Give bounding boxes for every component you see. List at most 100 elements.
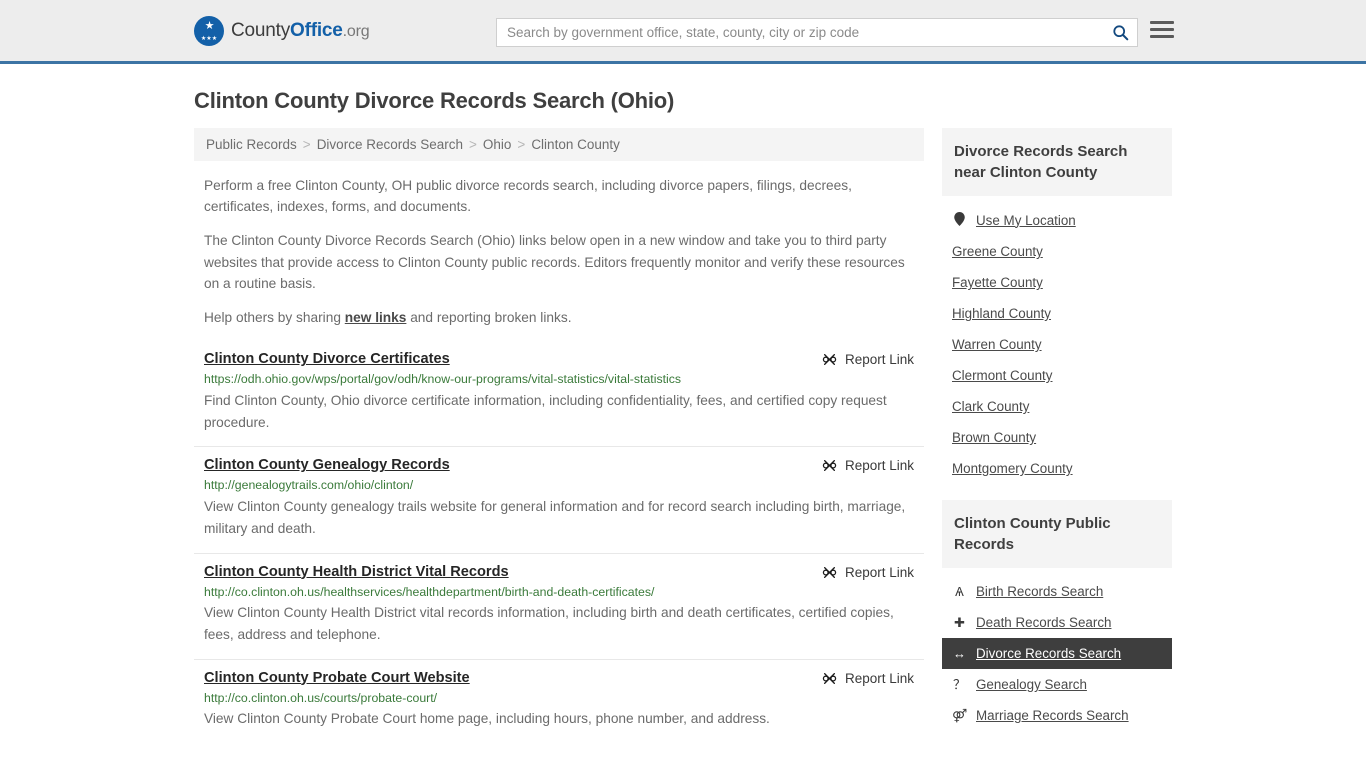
result-description: View Clinton County Probate Court home p… bbox=[204, 710, 770, 726]
left-right-arrow-icon: ↔ bbox=[953, 646, 966, 661]
breadcrumb: Public Records > Divorce Records Search > Oh… bbox=[194, 128, 924, 161]
sidebar-item-label: Brown County bbox=[952, 430, 1037, 445]
sidebar-item-label: Clark County bbox=[952, 399, 1030, 414]
breadcrumb-item[interactable]: Clinton County bbox=[531, 137, 620, 152]
page-title: Clinton County Divorce Records Search (O… bbox=[194, 88, 675, 113]
sidebar-item-label: Genealogy Search bbox=[976, 677, 1087, 692]
result-title-link[interactable]: Clinton County Divorce Certificates bbox=[204, 351, 450, 367]
sidebar-item-birth-records-search[interactable]: Ѧ Birth Records Search bbox=[942, 576, 1172, 607]
sidebar-item-greene-county[interactable]: Greene County bbox=[942, 236, 1172, 267]
search-bar[interactable] bbox=[496, 18, 1138, 47]
page-layout: Public Records > Divorce Records Search > Oh… bbox=[194, 128, 1172, 747]
sidebar-item-warren-county[interactable]: Warren County bbox=[942, 329, 1172, 360]
intro-paragraph-1: Perform a free Clinton County, OH public… bbox=[204, 178, 852, 215]
result-item: Clinton County Genealogy Records Report L… bbox=[194, 446, 924, 552]
intro-paragraph-2: The Clinton County Divorce Records Searc… bbox=[204, 233, 905, 291]
result-title-link[interactable]: Clinton County Genealogy Records bbox=[204, 457, 450, 473]
sidebar-item-label: Use My Location bbox=[976, 212, 1076, 228]
search-button[interactable] bbox=[1103, 19, 1137, 46]
sidebar-item-label: Clermont County bbox=[952, 368, 1053, 383]
eagle-shield-icon: ★ ★★★ bbox=[194, 15, 224, 46]
result-title-link[interactable]: Clinton County Probate Court Website bbox=[204, 670, 470, 686]
site-logo[interactable]: ★ ★★★ CountyOffice.org bbox=[194, 15, 370, 46]
report-link-label: Report Link bbox=[844, 564, 914, 580]
stars-glyph: ★★★ bbox=[200, 35, 218, 42]
sidebar-item-death-records-search[interactable]: ✚ Death Records Search bbox=[942, 607, 1172, 638]
result-header: Clinton County Genealogy Records Report L… bbox=[204, 457, 914, 473]
report-link-button[interactable]: Report Link bbox=[822, 457, 914, 473]
sidebar-item-label: Divorce Records Search bbox=[976, 646, 1122, 661]
sidebar-item-label: Death Records Search bbox=[976, 615, 1112, 630]
sidebar: Divorce Records Search near Clinton Coun… bbox=[942, 128, 1172, 747]
question-mark-icon: ？ bbox=[952, 677, 966, 692]
intro-text: Perform a free Clinton County, OH public… bbox=[194, 175, 924, 328]
report-link-label: Report Link bbox=[844, 352, 914, 368]
cross-icon: ✚ bbox=[954, 615, 965, 630]
result-description: View Clinton County genealogy trails web… bbox=[204, 498, 906, 536]
report-link-label: Report Link bbox=[844, 670, 914, 686]
intro-paragraph-3: Help others by sharing new links and rep… bbox=[194, 307, 924, 328]
sidebar-item-label: Fayette County bbox=[952, 275, 1043, 290]
sidebar-item-label: Marriage Records Search bbox=[976, 708, 1129, 723]
main-content: Public Records > Divorce Records Search > Oh… bbox=[194, 128, 924, 743]
search-icon bbox=[1112, 25, 1128, 41]
intro-p3-after: and reporting broken links. bbox=[406, 310, 572, 326]
breadcrumb-item[interactable]: Ohio bbox=[483, 137, 512, 152]
result-url: https://odh.ohio.gov/wps/portal/gov/odh/… bbox=[204, 372, 682, 387]
breadcrumb-item[interactable]: Public Records bbox=[206, 137, 297, 152]
baby-icon: Ѧ bbox=[955, 584, 964, 599]
site-header: ★ ★★★ CountyOffice.org bbox=[0, 0, 1366, 64]
logo-text-part1: County bbox=[231, 19, 291, 41]
result-url: http://genealogytrails.com/ohio/clinton/ bbox=[204, 478, 414, 493]
new-links-link[interactable]: new links bbox=[345, 310, 407, 325]
sidebar-item-genealogy-search[interactable]: ？ Genealogy Search bbox=[942, 669, 1172, 700]
broken-link-icon bbox=[822, 566, 837, 578]
result-item: Clinton County Probate Court Website Repo… bbox=[194, 658, 924, 743]
sidebar-nearby-list: Use My Location Greene County Fayette Coun… bbox=[942, 196, 1172, 484]
report-link-label: Report Link bbox=[844, 458, 914, 474]
result-header: Clinton County Probate Court Website Repo… bbox=[204, 670, 914, 686]
breadcrumb-separator: > bbox=[469, 137, 477, 152]
broken-link-icon bbox=[822, 672, 837, 684]
sidebar-item-montgomery-county[interactable]: Montgomery County bbox=[942, 453, 1172, 484]
result-title-link[interactable]: Clinton County Health District Vital Rec… bbox=[204, 564, 509, 580]
hamburger-bar bbox=[1150, 35, 1174, 38]
result-item: Clinton County Health District Vital Rec… bbox=[194, 552, 924, 659]
sidebar-item-marriage-records-search[interactable]: ⚤ Marriage Records Search bbox=[942, 700, 1172, 731]
sidebar-nearby-title: Divorce Records Search near Clinton Coun… bbox=[942, 128, 1172, 196]
sidebar-item-clark-county[interactable]: Clark County bbox=[942, 391, 1172, 422]
breadcrumb-item[interactable]: Divorce Records Search bbox=[317, 137, 463, 152]
sidebar-item-clermont-county[interactable]: Clermont County bbox=[942, 360, 1172, 391]
hamburger-bar bbox=[1150, 28, 1174, 31]
eagle-glyph: ★ bbox=[204, 19, 215, 32]
sidebar-item-label: Montgomery County bbox=[952, 461, 1073, 476]
page-body: Clinton County Divorce Records Search (O… bbox=[0, 64, 1366, 747]
result-url: http://co.clinton.oh.us/courts/probate-c… bbox=[204, 690, 438, 705]
sidebar-item-fayette-county[interactable]: Fayette County bbox=[942, 267, 1172, 298]
broken-link-icon bbox=[822, 460, 837, 472]
logo-text-part2: Office bbox=[290, 19, 343, 41]
breadcrumb-separator: > bbox=[517, 137, 526, 152]
sidebar-panel-public-records: Clinton County Public Records Ѧ Birth Rec… bbox=[942, 500, 1172, 731]
hamburger-menu-icon[interactable] bbox=[1150, 21, 1174, 38]
report-link-button[interactable]: Report Link bbox=[822, 564, 914, 580]
report-link-button[interactable]: Report Link bbox=[822, 670, 914, 686]
result-header: Clinton County Health District Vital Rec… bbox=[204, 564, 914, 580]
sidebar-item-label: Warren County bbox=[952, 337, 1042, 352]
report-link-button[interactable]: Report Link bbox=[822, 351, 914, 367]
sidebar-item-label: Highland County bbox=[952, 306, 1052, 321]
sidebar-item-brown-county[interactable]: Brown County bbox=[942, 422, 1172, 453]
result-item: Clinton County Divorce Certificates Repor… bbox=[194, 341, 924, 446]
hamburger-bar bbox=[1150, 21, 1174, 24]
logo-text: CountyOffice.org bbox=[231, 19, 370, 42]
result-description: View Clinton County Health District vita… bbox=[204, 604, 894, 642]
male-female-icon: ⚤ bbox=[952, 708, 968, 723]
logo-text-part3: .org bbox=[342, 22, 370, 40]
result-description: Find Clinton County, Ohio divorce certif… bbox=[204, 392, 887, 430]
result-list: Clinton County Divorce Certificates Repor… bbox=[194, 341, 924, 742]
sidebar-item-highland-county[interactable]: Highland County bbox=[942, 298, 1172, 329]
result-url: http://co.clinton.oh.us/healthservices/h… bbox=[204, 584, 655, 599]
sidebar-item-divorce-records-search[interactable]: ↔ Divorce Records Search bbox=[942, 638, 1172, 669]
search-input[interactable] bbox=[497, 19, 1103, 46]
sidebar-item-use-my-location[interactable]: Use My Location bbox=[942, 204, 1172, 236]
